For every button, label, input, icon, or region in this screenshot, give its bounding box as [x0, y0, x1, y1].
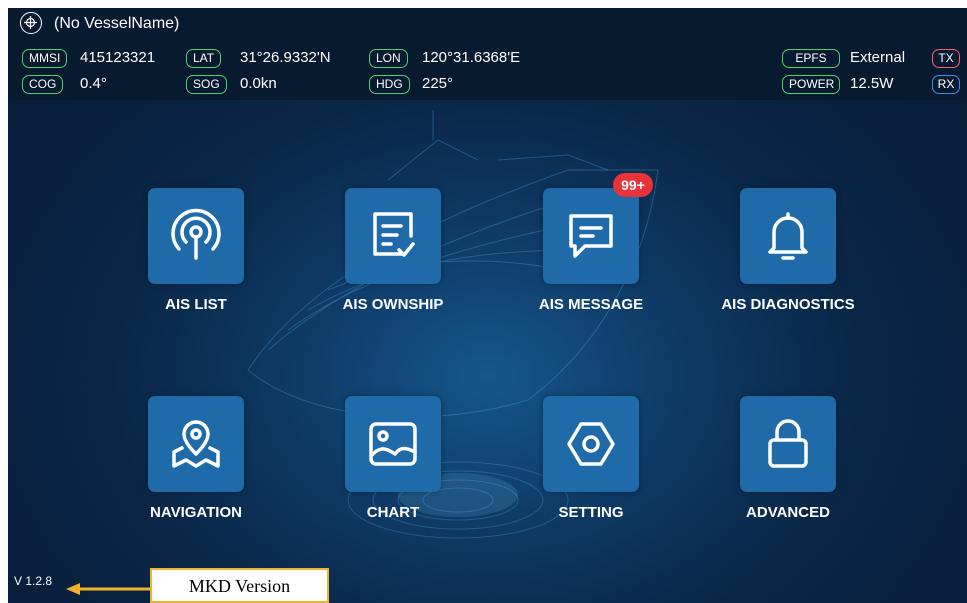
hdg-badge: HDG	[369, 75, 410, 94]
bell-icon	[768, 212, 808, 260]
annotation-arrow-icon	[66, 583, 152, 595]
advanced-label: ADVANCED	[746, 504, 830, 521]
message-icon	[569, 214, 613, 258]
radar-signal-icon	[171, 208, 221, 260]
lon-badge: LON	[369, 49, 408, 68]
mmsi-value: 415123321	[80, 49, 156, 66]
advanced-button[interactable]	[740, 396, 836, 492]
chart-button[interactable]	[345, 396, 441, 492]
ais-list-button[interactable]	[148, 188, 244, 284]
mmsi-badge: MMSI	[22, 49, 68, 68]
annotation-callout: MKD Version	[150, 568, 329, 603]
chart-label: CHART	[366, 504, 420, 521]
lat-value: 31°26.9332'N	[240, 49, 331, 66]
lon-value: 120°31.6368'E	[422, 49, 521, 66]
ais-list-label: AIS LIST	[165, 296, 227, 313]
ais-message-button[interactable]	[543, 188, 639, 284]
sog-value: 0.0kn	[240, 75, 277, 92]
ais-ownship-button[interactable]	[345, 188, 441, 284]
map-pin-icon	[172, 420, 220, 468]
checklist-icon	[373, 212, 415, 257]
epfs-badge: EPFS	[782, 49, 840, 68]
ais-ownship-label: AIS OWNSHIP	[342, 296, 444, 313]
ais-message-label: AIS MESSAGE	[538, 296, 644, 313]
setting-button[interactable]	[543, 396, 639, 492]
rx-indicator: RX	[932, 75, 960, 94]
setting-label: SETTING	[558, 504, 624, 521]
cog-value: 0.4°	[80, 75, 107, 92]
image-chart-icon	[369, 422, 417, 466]
lock-icon	[768, 419, 808, 468]
ship-wireframe-background	[247, 110, 659, 539]
ship-wheel-icon	[20, 12, 42, 34]
navigation-button[interactable]	[148, 396, 244, 492]
status-bar: (No VesselName) MMSI 415123321 LAT 31°26…	[8, 8, 967, 100]
tx-indicator: TX	[932, 49, 960, 68]
mkd-screen: (No VesselName) MMSI 415123321 LAT 31°26…	[8, 8, 967, 603]
ais-diagnostics-button[interactable]	[740, 188, 836, 284]
hexagon-settings-icon	[567, 422, 615, 466]
ais-diagnostics-label: AIS DIAGNOSTICS	[721, 296, 855, 313]
unread-message-badge: 99+	[613, 173, 653, 197]
hdg-value: 225°	[422, 75, 454, 92]
epfs-value: External	[850, 49, 906, 66]
cog-badge: COG	[22, 75, 64, 94]
sog-badge: SOG	[186, 75, 227, 94]
power-badge: POWER	[782, 75, 840, 94]
firmware-version: V 1.2.8	[14, 574, 53, 588]
lat-badge: LAT	[186, 49, 222, 68]
navigation-label: NAVIGATION	[150, 504, 242, 521]
vessel-name: (No VesselName)	[54, 15, 180, 32]
power-value: 12.5W	[850, 75, 894, 92]
